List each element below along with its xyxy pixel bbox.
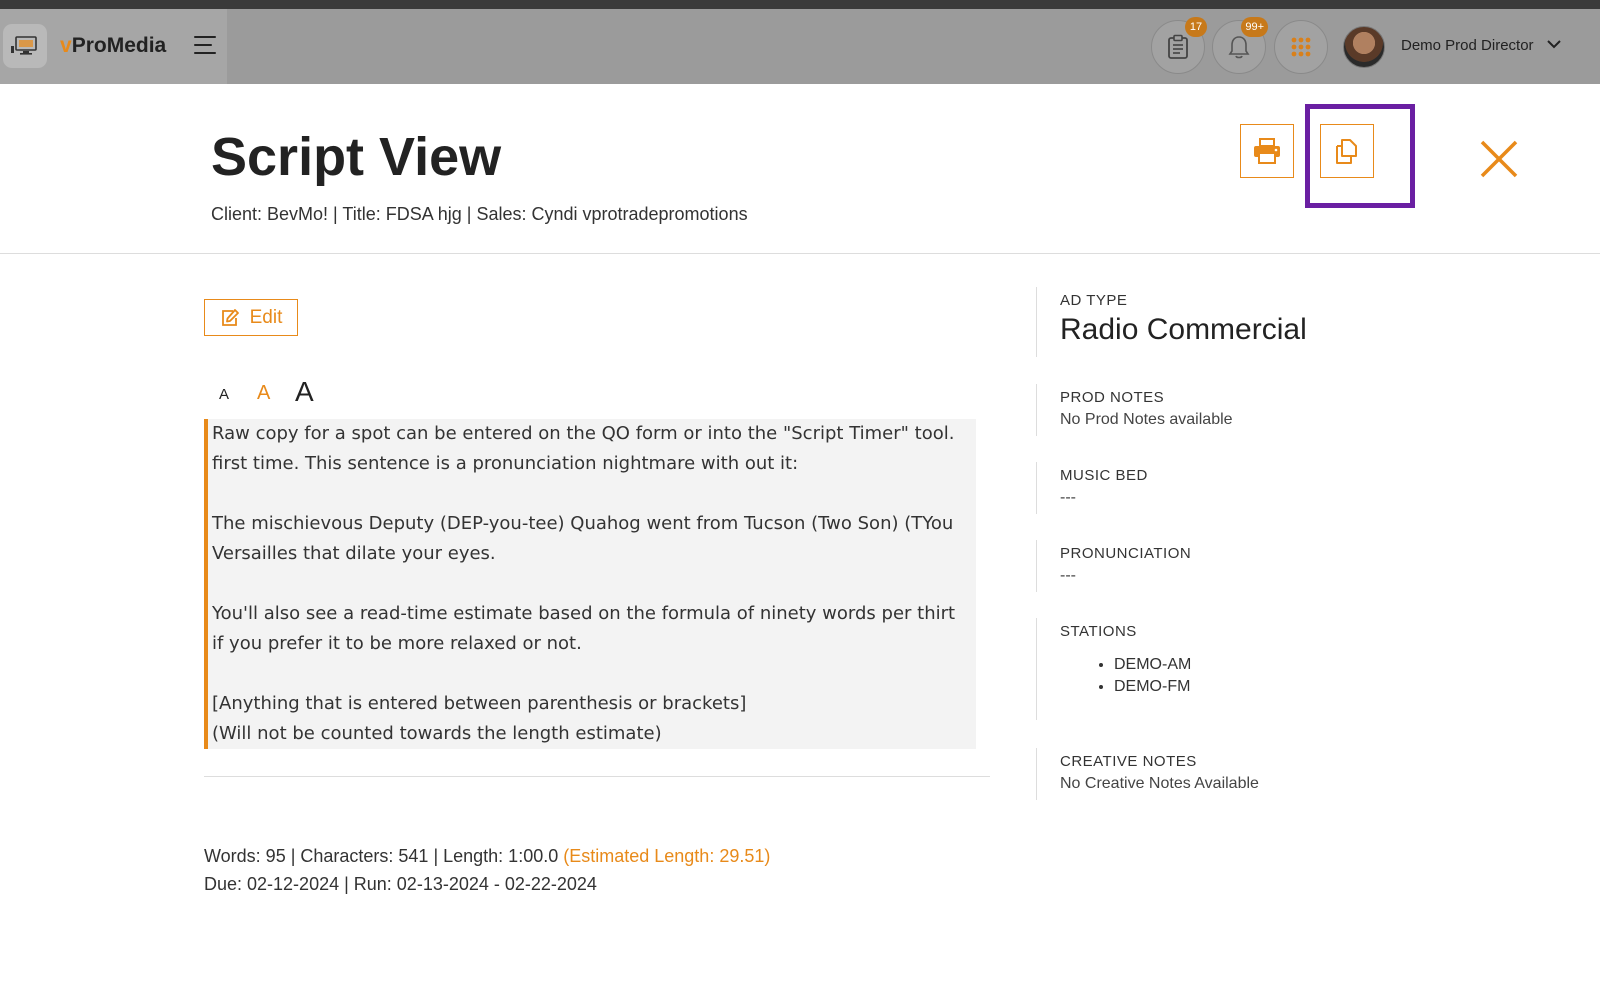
creative-notes-label: CREATIVE NOTES — [1060, 753, 1197, 770]
estimated-length: (Estimated Length: 29.51) — [563, 846, 771, 866]
ad-type-label: AD TYPE — [1060, 292, 1128, 309]
prod-notes-label: PROD NOTES — [1060, 389, 1165, 406]
pronunciation-section: PRONUNCIATION --- — [1036, 540, 1191, 592]
page-header: Script View Client: BevMo! | Title: FDSA… — [0, 84, 1600, 254]
brand-name-prefix: v — [60, 34, 72, 57]
page-title: Script View — [211, 127, 502, 187]
print-button[interactable] — [1240, 124, 1294, 178]
clipboard-icon — [1168, 34, 1188, 59]
pronunciation-label: PRONUNCIATION — [1060, 545, 1192, 562]
music-bed-section: MUSIC BED --- — [1036, 462, 1148, 514]
font-size-medium-button[interactable]: A — [257, 382, 270, 405]
content-divider — [204, 776, 990, 777]
notifications-button[interactable]: 99+ — [1212, 17, 1268, 74]
script-dates: Due: 02-12-2024 | Run: 02-13-2024 - 02-2… — [204, 874, 597, 894]
brand-area: vProMedia — [0, 9, 227, 84]
edit-button[interactable]: Edit — [204, 299, 298, 336]
brand-name-rest: ProMedia — [71, 34, 167, 57]
script-line: if you prefer it to be more relaxed or n… — [212, 633, 582, 654]
bell-icon — [1228, 36, 1250, 59]
user-name[interactable]: Demo Prod Director — [1401, 37, 1534, 54]
apps-grid-button[interactable] — [1274, 20, 1328, 74]
creative-notes-value: No Creative Notes Available — [1060, 775, 1259, 792]
user-avatar[interactable] — [1343, 26, 1385, 68]
stations-list: DEMO-AM DEMO-FM — [1060, 656, 1191, 696]
script-counts: Words: 95 | Characters: 541 | Length: 1:… — [204, 846, 564, 866]
ad-type-value: Radio Commercial — [1060, 313, 1307, 346]
app-logo-icon[interactable] — [3, 24, 47, 68]
font-size-small-button[interactable]: A — [219, 386, 229, 403]
station-item: DEMO-AM — [1114, 656, 1191, 674]
music-bed-label: MUSIC BED — [1060, 467, 1148, 484]
brand-name: vProMedia — [60, 34, 166, 58]
highlight-annotation — [1305, 104, 1415, 208]
edit-button-label: Edit — [249, 306, 283, 328]
script-line: Versailles that dilate your eyes. — [212, 543, 496, 564]
top-navbar: vProMedia 17 99+ Demo Prod Director — [0, 9, 1600, 84]
script-stats: Words: 95 | Characters: 541 | Length: 1:… — [204, 846, 770, 867]
stations-section: STATIONS DEMO-AM DEMO-FM — [1036, 618, 1191, 720]
script-line: [Anything that is entered between parent… — [212, 693, 747, 714]
script-line: Raw copy for a spot can be entered on th… — [212, 423, 955, 444]
music-bed-value: --- — [1060, 489, 1076, 506]
script-line: first time. This sentence is a pronuncia… — [212, 453, 799, 474]
script-line: You'll also see a read-time estimate bas… — [212, 603, 956, 624]
chevron-down-icon[interactable] — [1546, 38, 1562, 50]
notifications-badge: 99+ — [1241, 17, 1268, 37]
pronunciation-value: --- — [1060, 567, 1076, 584]
apps-grid-icon — [1291, 37, 1311, 57]
tasks-button[interactable]: 17 — [1151, 17, 1207, 74]
close-icon[interactable] — [1479, 139, 1519, 179]
script-line: The mischievous Deputy (DEP-you-tee) Qua… — [212, 513, 954, 534]
page-subtitle: Client: BevMo! | Title: FDSA hjg | Sales… — [211, 204, 748, 224]
window-top-strip — [0, 0, 1600, 9]
ad-type-section: AD TYPE Radio Commercial — [1036, 287, 1307, 357]
creative-notes-section: CREATIVE NOTES No Creative Notes Availab… — [1036, 748, 1259, 800]
stations-label: STATIONS — [1060, 623, 1137, 640]
script-line: (Will not be counted towards the length … — [212, 723, 662, 744]
font-size-large-button[interactable]: A — [295, 376, 314, 408]
prod-notes-section: PROD NOTES No Prod Notes available — [1036, 384, 1233, 436]
tasks-badge: 17 — [1185, 17, 1207, 37]
prod-notes-value: No Prod Notes available — [1060, 411, 1233, 428]
edit-icon — [221, 308, 239, 326]
script-text-panel[interactable]: Raw copy for a spot can be entered on th… — [204, 419, 976, 749]
hamburger-menu-icon[interactable] — [194, 36, 216, 56]
station-item: DEMO-FM — [1114, 678, 1191, 696]
printer-icon — [1254, 138, 1280, 164]
